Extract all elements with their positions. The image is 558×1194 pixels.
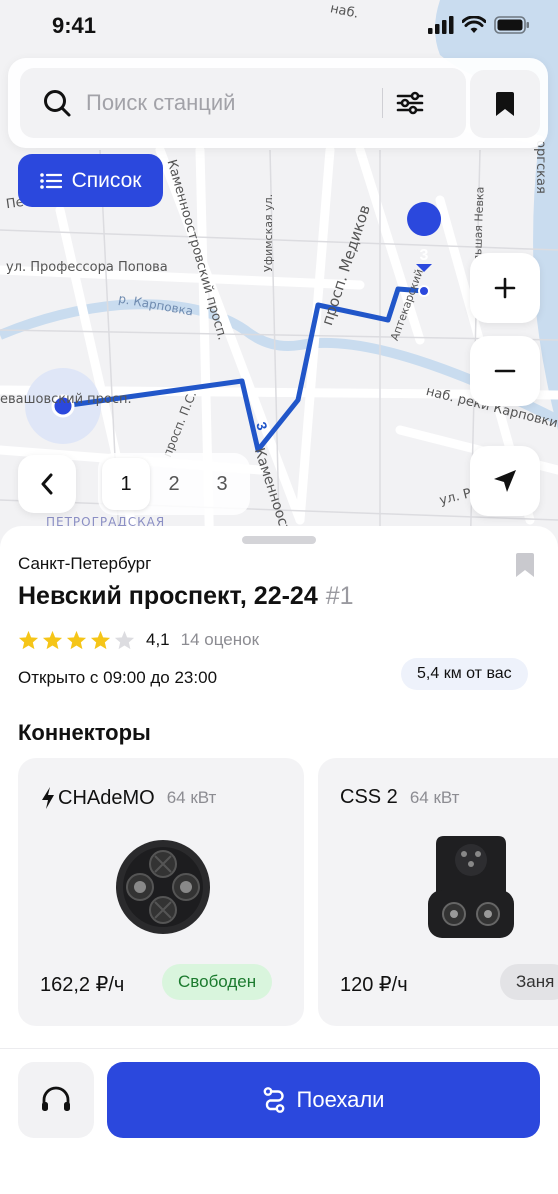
list-icon [39,172,62,189]
minus-icon [494,369,516,373]
map-label-professora: ул. Профессора Попова [6,260,168,275]
actions-divider [0,1048,558,1049]
search-icon [44,90,71,117]
connector-price: 120 ₽/ч [340,974,408,996]
filter-icon[interactable] [395,88,425,118]
plus-icon [494,277,516,299]
star-icon [66,630,87,650]
connectors-title: Коннекторы [18,720,151,745]
status-icons [428,16,530,34]
search-box[interactable] [20,68,466,138]
go-button-label: Поехали [296,1087,385,1112]
list-button[interactable]: Список [18,154,163,207]
my-location-button[interactable] [470,446,540,516]
headset-icon [42,1086,70,1111]
map-label-ufimskaya: Уфимская ул. [262,193,275,272]
station-title: Невский проспект, 22-24 #1 [18,582,354,611]
star-empty-icon [114,630,135,650]
ccs2-connector-image [428,836,514,938]
distance-badge: 5,4 км от вас [401,658,528,690]
station-rating: 4,1 14 оценок [18,630,259,650]
status-badge: Свободен [162,964,273,1000]
status-badge: Заня [500,964,558,1000]
connector-card[interactable]: CHAdeMO 64 кВт 162,2 ₽/ч Свободен [18,758,304,1026]
opening-hours: Открыто с 09:00 до 23:00 [18,668,218,687]
status-bar: 9:41 [0,0,558,52]
navigation-arrow-icon [494,470,516,492]
lightning-icon [42,787,54,809]
star-icon [90,630,111,650]
bookmarks-button[interactable] [470,70,540,138]
pager-page-3[interactable]: 3 [198,458,246,510]
rating-value: 4,1 [146,630,170,649]
star-icon [42,630,63,650]
wifi-icon [462,16,486,33]
map-label-orgskaya: оргская [533,140,548,194]
station-sheet: Санкт-Петербург Невский проспект, 22-24 #… [0,526,558,1194]
support-button[interactable] [18,1062,94,1138]
signal-icon [428,16,454,34]
search-input[interactable] [86,90,376,116]
chademo-connector-image [116,840,210,934]
connector-name: CSS 2 64 кВт [340,786,459,809]
sheet-handle[interactable] [242,536,316,544]
pager-page-2[interactable]: 2 [150,458,198,510]
connector-name-label: CHAdeMO [58,786,155,809]
map-label-levashovsky: евашовский просп. [0,392,132,407]
connector-name: CHAdeMO 64 кВт [40,786,216,810]
rating-count: 14 оценок [180,630,260,649]
star-icon [18,630,39,650]
status-time: 9:41 [52,13,97,38]
zoom-out-button[interactable] [470,336,540,406]
connector-card[interactable]: CSS 2 64 кВт 120 ₽/ч Заня [318,758,558,1026]
pager-prev-button[interactable] [18,455,76,513]
bookmark-icon[interactable] [514,552,536,578]
connector-list[interactable]: CHAdeMO 64 кВт 162,2 ₽/ч Свободен CSS 2 … [18,758,558,1026]
connector-power: 64 кВт [409,787,460,807]
route-icon [263,1087,284,1113]
connector-power: 64 кВт [166,788,217,807]
station-number: #1 [325,582,354,610]
go-button[interactable]: Поехали [107,1062,540,1138]
search-panel [8,58,548,148]
station-name: Невский проспект, 22-24 [18,582,318,610]
results-pager: 1 2 3 [18,452,250,516]
chevron-left-icon [41,473,53,495]
pager-page-1[interactable]: 1 [102,458,150,510]
list-button-label: Список [71,168,142,192]
map-marker-station-cluster[interactable]: 3 [407,239,441,273]
search-divider [382,88,383,118]
connector-price: 162,2 ₽/ч [40,974,125,996]
station-city: Санкт-Петербург [18,554,152,573]
bookmark-icon [496,92,514,116]
zoom-in-button[interactable] [470,253,540,323]
connector-name-label: CSS 2 [340,786,398,808]
pager-pages: 1 2 3 [98,453,250,515]
battery-icon [494,16,529,34]
